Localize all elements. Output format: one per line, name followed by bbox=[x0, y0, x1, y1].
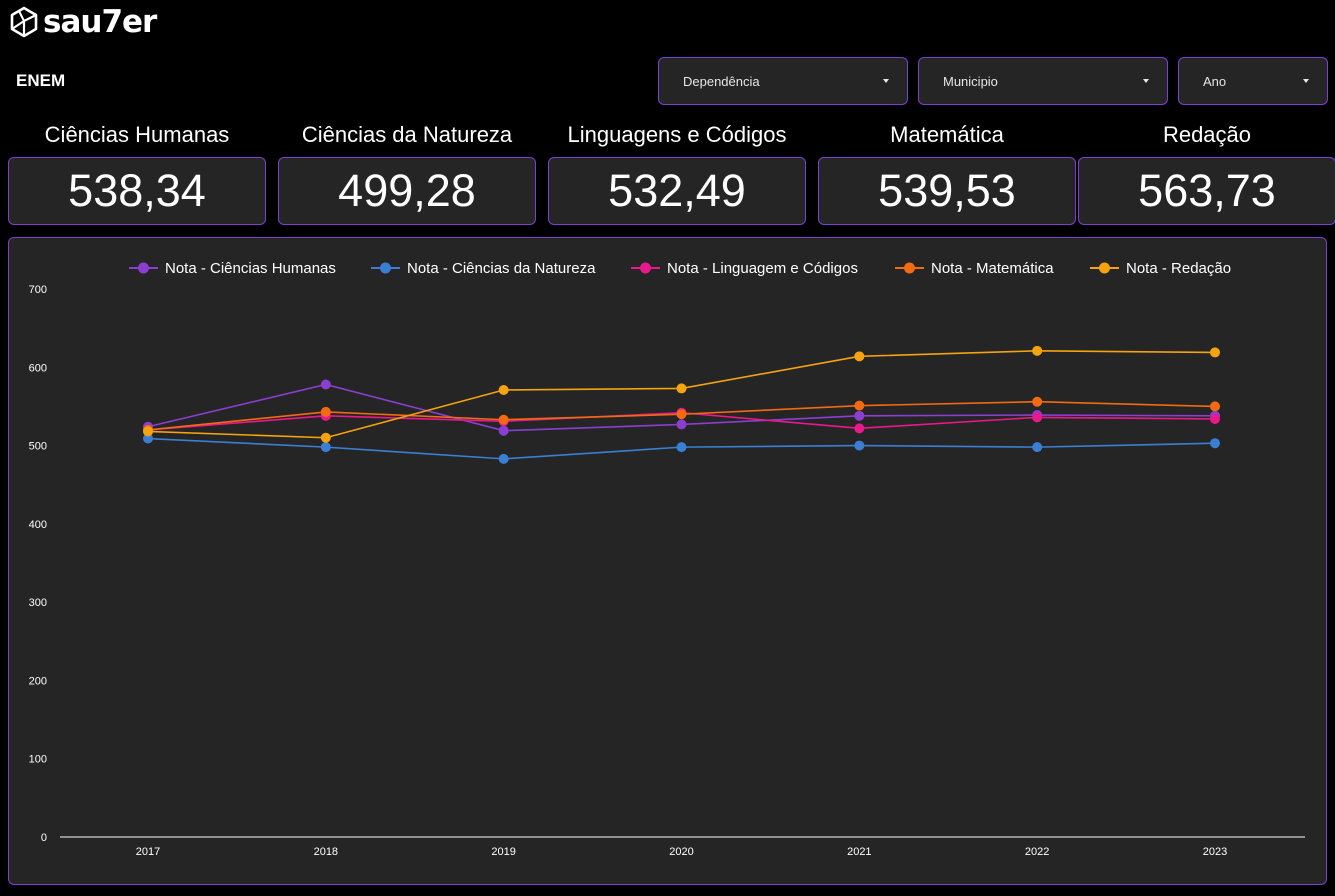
filter-ano-label: Ano bbox=[1203, 73, 1227, 89]
logo-icon bbox=[10, 6, 38, 38]
x-tick-label: 2021 bbox=[847, 846, 871, 858]
data-point[interactable] bbox=[498, 453, 509, 464]
data-point[interactable] bbox=[854, 440, 865, 451]
data-point[interactable] bbox=[1210, 401, 1220, 412]
y-tick-label: 300 bbox=[29, 597, 47, 609]
data-point[interactable] bbox=[1032, 412, 1043, 423]
data-point[interactable] bbox=[1032, 345, 1043, 356]
y-tick-label: 400 bbox=[29, 519, 47, 531]
chevron-down-icon bbox=[883, 79, 889, 83]
kpi-card-linguagens-codigos: 532,49 bbox=[548, 157, 806, 225]
data-point[interactable] bbox=[320, 432, 331, 443]
y-tick-label: 700 bbox=[29, 284, 47, 296]
x-tick-label: 2020 bbox=[669, 846, 693, 858]
kpi-value-redacao: 563,73 bbox=[1138, 165, 1276, 216]
filter-municipio-dropdown[interactable]: Municipio bbox=[918, 57, 1168, 105]
brand-logo: sau7er bbox=[9, 4, 157, 40]
kpi-value-matematica: 539,53 bbox=[878, 165, 1016, 216]
data-point[interactable] bbox=[1032, 396, 1043, 407]
y-tick-label: 0 bbox=[41, 832, 47, 844]
legend-label[interactable]: Nota - Ciências da Natureza bbox=[407, 260, 596, 277]
legend-label[interactable]: Nota - Matemática bbox=[931, 260, 1054, 277]
data-point[interactable] bbox=[854, 410, 865, 421]
chart-panel: 0 100 200 300 400 500 600 700 2017 2018 2019 2020 20… bbox=[8, 237, 1327, 885]
data-point[interactable] bbox=[320, 442, 331, 453]
page-title: ENEM bbox=[16, 71, 66, 90]
data-point[interactable] bbox=[1210, 413, 1220, 424]
filter-dependencia-label: Dependência bbox=[683, 73, 760, 89]
kpi-value-ciencias-humanas: 538,34 bbox=[68, 165, 206, 216]
y-tick-label: 200 bbox=[29, 675, 47, 687]
y-tick-label: 500 bbox=[29, 441, 47, 453]
chevron-down-icon bbox=[1143, 79, 1149, 83]
y-tick-label: 600 bbox=[29, 362, 47, 374]
line-chart: 0 100 200 300 400 500 600 700 2017 2018 2019 2020 20… bbox=[29, 260, 1305, 858]
data-point[interactable] bbox=[676, 383, 687, 394]
data-point[interactable] bbox=[498, 384, 509, 395]
kpi-value-ciencias-natureza: 499,28 bbox=[338, 165, 476, 216]
x-tick-label: 2017 bbox=[136, 846, 160, 858]
data-point[interactable] bbox=[854, 400, 865, 411]
data-point[interactable] bbox=[498, 414, 509, 425]
x-tick-label: 2023 bbox=[1203, 846, 1227, 858]
data-point[interactable] bbox=[498, 425, 509, 436]
x-tick-label: 2019 bbox=[491, 846, 515, 858]
kpi-card-ciencias-humanas: 538,34 bbox=[8, 157, 266, 225]
kpi-title-matematica: Matemática bbox=[890, 122, 1004, 147]
kpi-card-ciencias-natureza: 499,28 bbox=[278, 157, 536, 225]
filter-ano-dropdown[interactable]: Ano bbox=[1178, 57, 1328, 105]
data-point[interactable] bbox=[854, 423, 865, 434]
y-tick-label: 100 bbox=[29, 754, 47, 766]
data-point[interactable] bbox=[854, 351, 865, 362]
data-point[interactable] bbox=[676, 409, 687, 420]
legend-marker bbox=[138, 262, 149, 274]
x-tick-label: 2022 bbox=[1025, 846, 1049, 858]
kpi-title-redacao: Redação bbox=[1162, 122, 1252, 147]
filter-dependencia-dropdown[interactable]: Dependência bbox=[658, 57, 908, 105]
filter-municipio-label: Municipio bbox=[943, 73, 998, 89]
legend-marker bbox=[904, 262, 915, 274]
legend-marker bbox=[640, 262, 651, 274]
data-point[interactable] bbox=[320, 406, 331, 417]
kpi-title-ciencias-humanas: Ciências Humanas bbox=[44, 122, 230, 147]
data-point[interactable] bbox=[1210, 438, 1220, 449]
kpi-title-linguagens-codigos: Linguagens e Códigos bbox=[567, 122, 787, 147]
logo-wordmark: sau7er bbox=[43, 4, 157, 40]
data-point[interactable] bbox=[676, 419, 687, 430]
data-point[interactable] bbox=[1210, 347, 1220, 358]
data-point[interactable] bbox=[676, 442, 687, 453]
kpi-value-linguagens-codigos: 532,49 bbox=[608, 165, 746, 216]
data-point[interactable] bbox=[320, 379, 331, 390]
legend-marker bbox=[1099, 262, 1110, 274]
chevron-down-icon bbox=[1303, 79, 1309, 83]
legend-marker bbox=[380, 262, 391, 274]
kpi-card-matematica: 539,53 bbox=[818, 157, 1076, 225]
legend-label[interactable]: Nota - Redação bbox=[1126, 260, 1231, 277]
data-point[interactable] bbox=[143, 426, 153, 437]
legend-label[interactable]: Nota - Linguagem e Códigos bbox=[667, 260, 858, 277]
x-tick-label: 2018 bbox=[314, 846, 338, 858]
data-point[interactable] bbox=[1032, 442, 1043, 453]
kpi-title-ciencias-natureza: Ciências da Natureza bbox=[301, 122, 513, 147]
kpi-card-redacao: 563,73 bbox=[1078, 157, 1335, 225]
legend-label[interactable]: Nota - Ciências Humanas bbox=[165, 260, 336, 277]
